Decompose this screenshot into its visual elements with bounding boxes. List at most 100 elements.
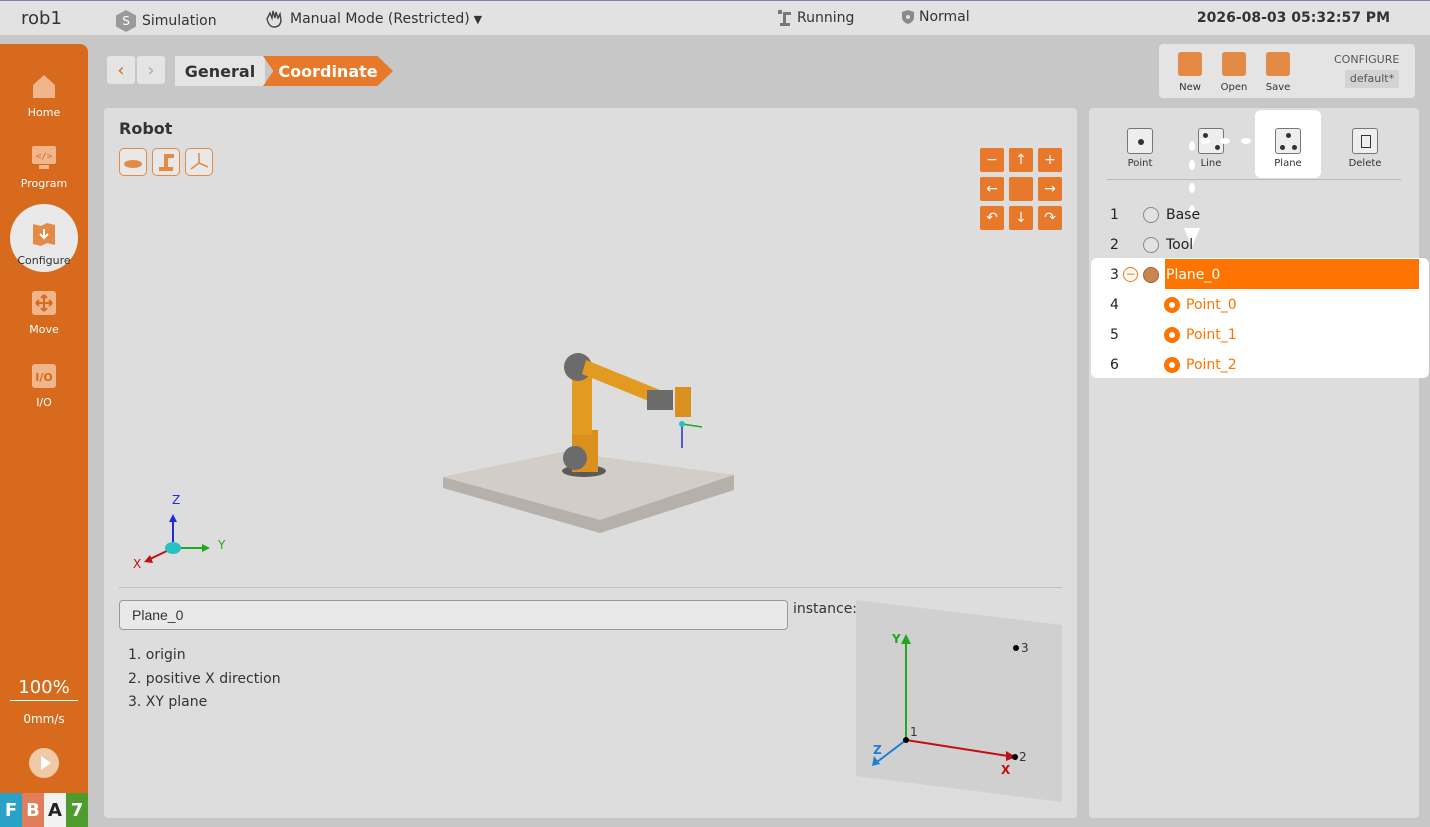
collapse-icon[interactable]: − xyxy=(1123,267,1138,282)
running-status: Running xyxy=(777,9,854,27)
step-item: 1. origin xyxy=(128,647,186,663)
panel-title: Robot xyxy=(119,119,173,138)
status-letter-f: F xyxy=(0,793,22,827)
robot-name: rob1 xyxy=(21,8,62,29)
tree-item-point-2[interactable]: Point_2 xyxy=(1186,357,1237,373)
tree-item-point-0[interactable]: Point_0 xyxy=(1186,297,1237,313)
status-letter-a: A xyxy=(44,793,66,827)
tree-item-tool[interactable]: Tool xyxy=(1166,237,1193,253)
diagram-z-label: Z xyxy=(873,743,882,757)
reset-view-button[interactable] xyxy=(1009,177,1033,201)
sidebar-item-io[interactable]: I/O I/O xyxy=(0,358,88,428)
point-icon xyxy=(1164,327,1180,343)
zoom-out-icon: − xyxy=(986,152,998,168)
frame-view-button[interactable] xyxy=(185,148,213,176)
arrow-down-icon: ↓ xyxy=(1015,210,1027,226)
tree-item-plane-0[interactable]: Plane_0 xyxy=(1166,267,1220,283)
rotate-left-button[interactable]: ↶ xyxy=(980,206,1004,230)
speed-percent[interactable]: 100% xyxy=(10,677,78,701)
robot-arm-icon xyxy=(778,10,791,26)
pan-up-button[interactable]: ↑ xyxy=(1009,148,1033,172)
open-button[interactable]: Open xyxy=(1214,52,1254,93)
plane-instance-diagram: Y Z X 1 2 3 xyxy=(856,600,1062,802)
sidebar-item-move[interactable]: Move xyxy=(0,285,88,355)
rotate-right-icon: ↷ xyxy=(1044,210,1056,226)
base-icon xyxy=(124,160,142,168)
rotate-left-icon: ↶ xyxy=(986,210,998,226)
wrench-icon xyxy=(1143,237,1159,253)
new-label: New xyxy=(1179,82,1201,93)
tool-label: Plane xyxy=(1274,158,1302,169)
arrow-right-icon: → xyxy=(1044,181,1056,197)
tree-item-point-1[interactable]: Point_1 xyxy=(1186,327,1237,343)
back-button[interactable]: ‹ xyxy=(107,56,135,84)
pan-down-button[interactable]: ↓ xyxy=(1009,206,1033,230)
row-number: 1 xyxy=(1110,207,1119,223)
config-name: default* xyxy=(1345,70,1399,88)
base-frame-icon xyxy=(1143,207,1159,223)
diagram-y-label: Y xyxy=(891,632,901,646)
plane-frame-icon xyxy=(1143,267,1159,283)
add-plane-button[interactable]: Plane xyxy=(1255,110,1321,178)
simulation-icon: S xyxy=(116,10,136,32)
mode-label: Manual Mode (Restricted) xyxy=(290,11,470,27)
forward-button[interactable]: › xyxy=(137,56,165,84)
plane-steps: 1. origin 2. positive X direction 3. XY … xyxy=(128,644,281,715)
mode-dropdown[interactable]: Manual Mode (Restricted) ▼ xyxy=(264,9,482,29)
step-item: 3. XY plane xyxy=(128,694,208,710)
instance-label: instance: xyxy=(793,601,858,617)
play-button[interactable] xyxy=(29,748,59,778)
status-letters: F B A 7 xyxy=(0,793,88,827)
sidebar-item-program[interactable]: </> Program xyxy=(0,139,88,209)
io-icon: I/O xyxy=(32,364,56,388)
configure-icon xyxy=(33,223,55,246)
tools-divider xyxy=(1107,179,1401,180)
tree-item-base[interactable]: Base xyxy=(1166,207,1200,223)
sidebar-item-label: I/O xyxy=(36,396,52,409)
axis-x-label: X xyxy=(133,557,141,571)
svg-text:</>: </> xyxy=(36,152,53,162)
pan-left-button[interactable]: ← xyxy=(980,177,1004,201)
open-label: Open xyxy=(1220,82,1248,93)
pan-right-button[interactable]: → xyxy=(1038,177,1062,201)
zoom-out-button[interactable]: − xyxy=(980,148,1004,172)
move-arrows-icon xyxy=(32,291,56,315)
base-view-button[interactable] xyxy=(119,148,147,176)
axis-gizmo: Z Y X xyxy=(133,493,226,571)
delete-button[interactable]: Delete xyxy=(1332,110,1398,178)
row-number: 2 xyxy=(1110,237,1119,253)
plane-name-field[interactable] xyxy=(119,600,788,630)
hand-icon xyxy=(266,10,282,28)
sidebar-item-label: Configure xyxy=(17,254,71,267)
robot-3d-view[interactable]: Z Y X xyxy=(120,180,970,580)
code-icon: </> xyxy=(32,146,56,169)
tool-label: Delete xyxy=(1348,158,1382,169)
row-number: 4 xyxy=(1110,297,1119,313)
chevron-down-icon: ▼ xyxy=(473,12,483,26)
robot-view-button[interactable] xyxy=(152,148,180,176)
step-item: 2. positive X direction xyxy=(128,670,281,687)
top-bar: rob1 S Simulation Manual Mode (Restricte… xyxy=(0,0,1430,35)
sidebar-item-label: Move xyxy=(29,323,59,336)
breadcrumb-coordinate[interactable]: Coordinate xyxy=(263,56,393,86)
add-point-button[interactable]: Point xyxy=(1107,110,1173,178)
status-letter-b: B xyxy=(22,793,44,827)
sidebar-item-configure[interactable]: Configure xyxy=(0,204,88,286)
zoom-in-button[interactable]: + xyxy=(1038,148,1062,172)
axes-icon xyxy=(190,153,209,170)
breadcrumb-general[interactable]: General xyxy=(175,56,265,86)
zoom-in-icon: + xyxy=(1044,152,1056,168)
sidebar-item-label: Program xyxy=(20,177,68,190)
sidebar-item-home[interactable]: Home xyxy=(0,68,88,138)
new-button[interactable]: New xyxy=(1170,52,1210,93)
running-label: Running xyxy=(797,10,855,26)
simulation-indicator[interactable]: S Simulation xyxy=(114,9,217,33)
svg-text:I/O: I/O xyxy=(35,371,52,384)
new-file-icon xyxy=(1178,52,1202,76)
save-button[interactable]: Save xyxy=(1258,52,1298,93)
rotate-right-button[interactable]: ↷ xyxy=(1038,206,1062,230)
robot-arm xyxy=(562,353,703,477)
row-number: 6 xyxy=(1110,357,1119,373)
row-number: 3 xyxy=(1110,267,1119,283)
diagram-x-label: X xyxy=(1001,763,1011,777)
